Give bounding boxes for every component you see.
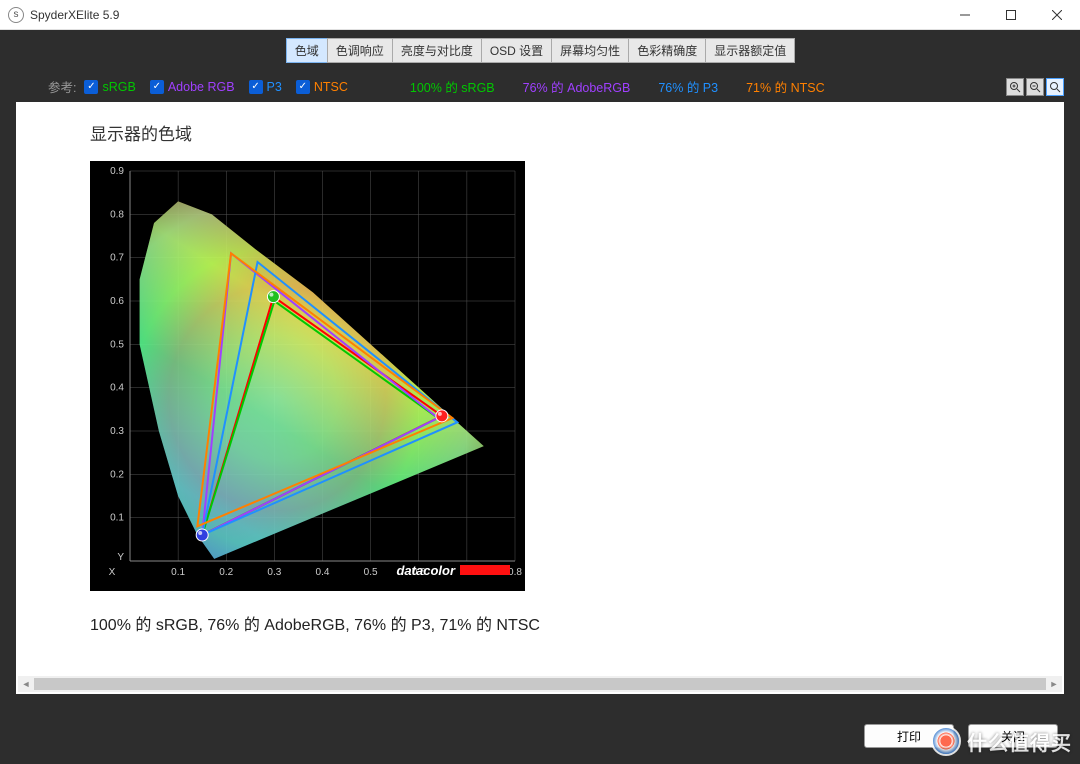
checkbox-p3[interactable]: ✓P3 [249,80,282,94]
close-icon [1052,10,1062,20]
zoom-controls [1006,78,1064,96]
svg-text:0.6: 0.6 [110,296,124,307]
svg-text:0.5: 0.5 [364,567,378,578]
gamut-chart: 0.1 0.2 0.3 0.4 0.5 0.6 0.7 0.8 X 0.1 0.2 0.3 0.4 0.5… [90,161,525,591]
svg-text:0.4: 0.4 [110,383,124,394]
horizontal-scrollbar[interactable]: ◄ ► [18,676,1062,692]
tab-row: 色域色调响应亮度与对比度OSD 设置屏幕均匀性色彩精确度显示器额定值 [6,36,1074,63]
result-2: 76% 的 P3 [658,77,718,96]
titlebar: s SpyderXElite 5.9 [0,0,1080,30]
svg-text:0.4: 0.4 [316,567,330,578]
svg-text:0.7: 0.7 [110,253,124,264]
zoom-out-icon [1029,81,1041,93]
result-0: 100% 的 sRGB [410,77,495,96]
summary-text: 100% 的 sRGB, 76% 的 AdobeRGB, 76% 的 P3, 7… [90,611,1064,635]
check-icon: ✓ [296,80,310,94]
svg-text:0.1: 0.1 [110,513,124,524]
legend-row: 参考: ✓sRGB ✓Adobe RGB ✓P3 ✓NTSC 100% 的 sRGB 7… [6,63,1074,106]
tab-1[interactable]: 色调响应 [327,38,393,63]
check-icon: ✓ [249,80,263,94]
main-panel: 色域色调响应亮度与对比度OSD 设置屏幕均匀性色彩精确度显示器额定值 参考: ✓… [0,30,1080,764]
svg-text:X: X [109,567,116,578]
section-heading: 显示器的色域 [90,120,1064,145]
close-window-button[interactable] [1034,0,1080,30]
svg-text:0.2: 0.2 [219,567,233,578]
tab-4[interactable]: 屏幕均匀性 [551,38,629,63]
scroll-left-icon[interactable]: ◄ [18,676,34,692]
svg-text:datacolor: datacolor [396,563,455,578]
app-icon: s [8,7,24,23]
scroll-right-icon[interactable]: ► [1046,676,1062,692]
zoom-out-button[interactable] [1026,78,1044,96]
maximize-button[interactable] [988,0,1034,30]
checkbox-adobe-rgb[interactable]: ✓Adobe RGB [150,80,235,94]
tab-5[interactable]: 色彩精确度 [628,38,706,63]
result-1: 76% 的 AdobeRGB [523,77,631,96]
tab-0[interactable]: 色域 [286,38,328,63]
tab-2[interactable]: 亮度与对比度 [392,38,482,63]
content-frame: 显示器的色域 0.10.20.30.40.50.60.70.8X0.10.20.… [16,102,1064,694]
checkbox-ntsc[interactable]: ✓NTSC [296,80,348,94]
tab-6[interactable]: 显示器额定值 [705,38,795,63]
result-3: 71% 的 NTSC [746,77,825,96]
zoom-in-button[interactable] [1006,78,1024,96]
svg-text:Y: Y [117,552,124,563]
watermark-text: 什么值得买 [967,727,1072,756]
zoom-in-icon [1009,81,1021,93]
minimize-icon [960,10,970,20]
check-icon: ✓ [84,80,98,94]
svg-text:0.3: 0.3 [267,567,281,578]
svg-text:0.9: 0.9 [110,166,124,177]
svg-text:0.8: 0.8 [110,209,124,220]
zoom-reset-button[interactable] [1046,78,1064,96]
window-title: SpyderXElite 5.9 [30,8,119,22]
check-icon: ✓ [150,80,164,94]
maximize-icon [1006,10,1016,20]
watermark: 什么值得买 [931,726,1072,756]
tab-3[interactable]: OSD 设置 [481,38,552,63]
watermark-logo-icon [931,726,961,756]
checkbox-srgb[interactable]: ✓sRGB [84,80,135,94]
svg-text:0.8: 0.8 [508,567,522,578]
svg-text:0.3: 0.3 [110,426,124,437]
magnifier-icon [1049,81,1061,93]
svg-text:0.5: 0.5 [110,339,124,350]
minimize-button[interactable] [942,0,988,30]
svg-text:0.1: 0.1 [171,567,185,578]
reference-label: 参考: [48,77,76,96]
svg-text:0.2: 0.2 [110,469,124,480]
